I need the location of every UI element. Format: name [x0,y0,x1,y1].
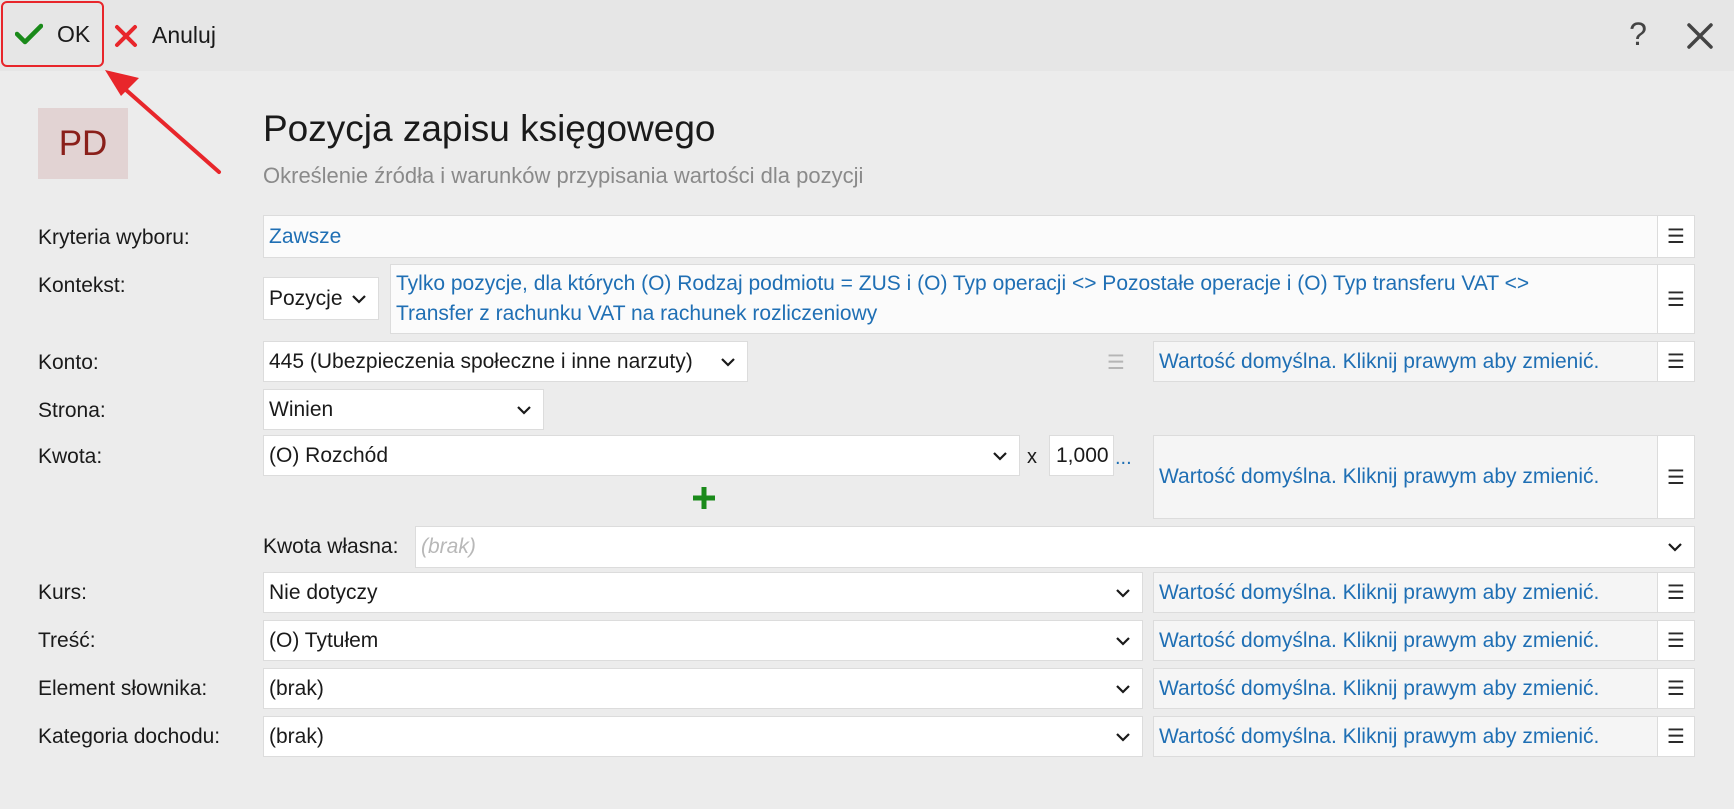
chevron-down-icon [511,400,537,420]
element-slownika-default-box[interactable]: Wartość domyślna. Kliknij prawym aby zmi… [1153,668,1658,709]
element-slownika-menu-icon[interactable]: ☰ [1658,668,1695,709]
kontekst-condition-line1: Tylko pozycje, dla których (O) Rodzaj po… [396,272,1530,295]
kwota-wlasna-label: Kwota własna: [263,535,399,558]
kwota-multiplier-sign: x [1027,446,1037,468]
kategoria-dochodu-label: Kategoria dochodu: [38,725,221,748]
check-icon [15,23,43,45]
element-slownika-select[interactable]: (brak) [263,668,1143,709]
konto-default-box[interactable]: Wartość domyślna. Kliknij prawym aby zmi… [1153,341,1658,382]
konto-menu-icon[interactable]: ☰ [1658,341,1695,382]
kategoria-dochodu-menu-icon[interactable]: ☰ [1658,716,1695,757]
kwota-select[interactable]: (O) Rozchód [263,435,1020,476]
kwota-wlasna-select[interactable]: (brak) [415,526,1695,568]
chevron-down-icon [1110,679,1136,699]
tresc-menu-icon[interactable]: ☰ [1658,620,1695,661]
chevron-down-icon [1662,537,1688,557]
kryteria-label: Kryteria wyboru: [38,226,190,249]
kategoria-dochodu-select[interactable]: (brak) [263,716,1143,757]
chevron-down-icon [346,289,372,309]
cancel-button-label: Anuluj [152,22,216,48]
element-slownika-value: (brak) [269,676,324,700]
kontekst-label: Kontekst: [38,274,126,297]
kryteria-value: Zawsze [269,224,342,248]
kwota-multiplier-value: 1,000 [1056,443,1109,467]
kwota-multiplier-input[interactable]: 1,000 [1049,435,1114,476]
x-icon [115,24,137,47]
cancel-button[interactable]: Anuluj [112,8,216,63]
tresc-label: Treść: [38,629,96,652]
document-type-logo: PD [38,108,128,179]
kwota-label: Kwota: [38,445,103,468]
page-title: Pozycja zapisu księgowego [263,108,716,149]
konto-select[interactable]: 445 (Ubezpieczenia społeczne i inne narz… [263,341,748,382]
chevron-down-icon [1110,583,1136,603]
kurs-menu-icon[interactable]: ☰ [1658,572,1695,613]
kontekst-select[interactable]: Pozycje [263,277,379,320]
konto-list-icon[interactable]: ☰ [1107,350,1125,375]
help-icon[interactable]: ? [1620,14,1656,54]
kwota-wlasna-placeholder: (brak) [421,535,476,558]
konto-default-text: Wartość domyślna. Kliknij prawym aby zmi… [1159,349,1600,373]
toolbar [0,0,1734,71]
kategoria-dochodu-default-text: Wartość domyślna. Kliknij prawym aby zmi… [1159,724,1600,748]
close-icon[interactable] [1680,16,1720,56]
kurs-default-text: Wartość domyślna. Kliknij prawym aby zmi… [1159,580,1600,604]
kurs-select[interactable]: Nie dotyczy [263,572,1143,613]
kategoria-dochodu-value: (brak) [269,724,324,748]
element-slownika-default-text: Wartość domyślna. Kliknij prawym aby zmi… [1159,676,1600,700]
kwota-default-text: Wartość domyślna. Kliknij prawym aby zmi… [1159,465,1600,488]
chevron-down-icon [1110,631,1136,651]
chevron-down-icon [987,446,1013,466]
kontekst-select-value: Pozycje [269,286,343,310]
strona-select[interactable]: Winien [263,389,544,430]
kurs-label: Kurs: [38,581,88,604]
kwota-default-box[interactable]: Wartość domyślna. Kliknij prawym aby zmi… [1153,435,1658,519]
strona-label: Strona: [38,399,106,422]
konto-value: 445 (Ubezpieczenia społeczne i inne narz… [269,349,693,373]
kontekst-menu-icon[interactable]: ☰ [1658,264,1695,334]
chevron-down-icon [1110,727,1136,747]
kryteria-field[interactable]: Zawsze [263,215,1658,258]
kurs-default-box[interactable]: Wartość domyślna. Kliknij prawym aby zmi… [1153,572,1658,613]
element-slownika-label: Element słownika: [38,677,208,700]
kryteria-menu-icon[interactable]: ☰ [1658,215,1695,258]
kontekst-condition-field[interactable]: Tylko pozycje, dla których (O) Rodzaj po… [390,264,1658,334]
kwota-menu-icon[interactable]: ☰ [1658,435,1695,519]
kwota-multiplier-more-button[interactable]: ... [1115,447,1132,470]
tresc-default-box[interactable]: Wartość domyślna. Kliknij prawym aby zmi… [1153,620,1658,661]
konto-label: Konto: [38,351,99,374]
chevron-down-icon [715,352,741,372]
tresc-select[interactable]: (O) Tytułem [263,620,1143,661]
kwota-value: (O) Rozchód [269,443,389,467]
tresc-value: (O) Tytułem [269,628,379,652]
tresc-default-text: Wartość domyślna. Kliknij prawym aby zmi… [1159,628,1600,652]
strona-value: Winien [269,397,334,421]
kontekst-condition-line2: Transfer z rachunku VAT na rachunek rozl… [396,302,878,325]
kurs-value: Nie dotyczy [269,580,378,604]
kategoria-dochodu-default-box[interactable]: Wartość domyślna. Kliknij prawym aby zmi… [1153,716,1658,757]
plus-icon[interactable] [690,484,718,512]
ok-button[interactable]: OK [1,1,104,67]
page-subtitle: Określenie źródła i warunków przypisania… [263,163,864,188]
ok-button-label: OK [57,20,91,47]
